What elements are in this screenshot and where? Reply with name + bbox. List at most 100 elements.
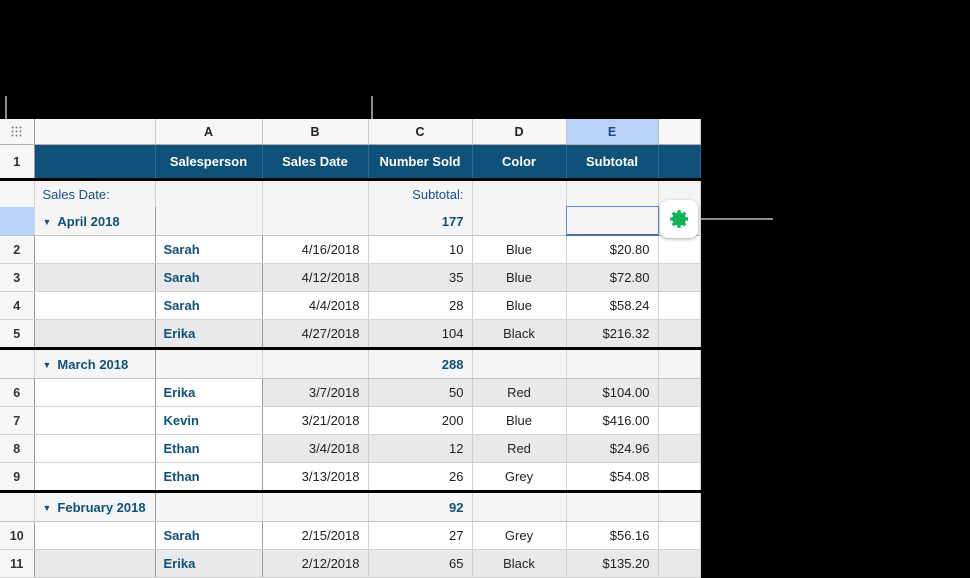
group-april-subtotal[interactable]: 177 bbox=[368, 207, 473, 236]
row-9-salesperson[interactable]: Ethan bbox=[155, 462, 263, 492]
row-9-subtotal[interactable]: $54.08 bbox=[566, 462, 659, 492]
label-row-cell-d[interactable] bbox=[472, 179, 567, 207]
row-11-salesperson[interactable]: Erika bbox=[155, 549, 263, 578]
row-3-subtotal[interactable]: $72.80 bbox=[566, 263, 659, 292]
table-row[interactable]: 8 Ethan 3/4/2018 12 Red $24.96 bbox=[0, 434, 701, 463]
row-header-3[interactable]: 3 bbox=[0, 263, 35, 292]
disclosure-triangle-icon[interactable]: ▼ bbox=[43, 503, 52, 513]
row-2-subtotal[interactable]: $20.80 bbox=[566, 235, 659, 264]
cell-options-gear-button[interactable] bbox=[660, 200, 698, 238]
row-5-subtotal[interactable]: $216.32 bbox=[566, 319, 659, 349]
row-11-date[interactable]: 2/12/2018 bbox=[262, 549, 369, 578]
group-march-subtotal[interactable]: 288 bbox=[368, 347, 473, 379]
row-header-4[interactable]: 4 bbox=[0, 291, 35, 320]
group-march-cell-d[interactable] bbox=[472, 347, 567, 379]
row-header-group-march[interactable] bbox=[0, 347, 35, 379]
group-march-cell-b[interactable] bbox=[262, 347, 369, 379]
group-name-march[interactable]: ▼ March 2018 bbox=[34, 347, 156, 379]
row-10-subtotal[interactable]: $56.16 bbox=[566, 521, 659, 550]
row-7-subtotal[interactable]: $416.00 bbox=[566, 406, 659, 435]
row-4-sold[interactable]: 28 bbox=[368, 291, 473, 320]
row-11-color[interactable]: Black bbox=[472, 549, 567, 578]
row-2-color[interactable]: Blue bbox=[472, 235, 567, 264]
row-9-color[interactable]: Grey bbox=[472, 462, 567, 492]
row-8-subtotal[interactable]: $24.96 bbox=[566, 434, 659, 463]
row-2-date[interactable]: 4/16/2018 bbox=[262, 235, 369, 264]
table-row[interactable]: 11 Erika 2/12/2018 65 Black $135.20 bbox=[0, 549, 701, 578]
group-february-cell-a[interactable] bbox=[155, 490, 263, 522]
row-8-color[interactable]: Red bbox=[472, 434, 567, 463]
row-3-blank[interactable] bbox=[34, 263, 156, 292]
column-header-trailing[interactable] bbox=[658, 119, 701, 145]
row-header-5[interactable]: 5 bbox=[0, 319, 35, 349]
header-cell-color[interactable]: Color bbox=[472, 144, 567, 181]
table-row[interactable]: 5 Erika 4/27/2018 104 Black $216.32 bbox=[0, 319, 701, 349]
table-row[interactable]: 9 Ethan 3/13/2018 26 Grey $54.08 bbox=[0, 462, 701, 492]
row-7-color[interactable]: Blue bbox=[472, 406, 567, 435]
row-3-date[interactable]: 4/12/2018 bbox=[262, 263, 369, 292]
row-header-9[interactable]: 9 bbox=[0, 462, 35, 492]
group-summary-row-february[interactable]: ▼ February 2018 92 bbox=[0, 490, 701, 522]
group-february-cell-b[interactable] bbox=[262, 490, 369, 522]
header-cell-blank[interactable] bbox=[34, 144, 156, 181]
row-8-date[interactable]: 3/4/2018 bbox=[262, 434, 369, 463]
disclosure-triangle-icon[interactable]: ▼ bbox=[43, 217, 52, 227]
row-2-sold[interactable]: 10 bbox=[368, 235, 473, 264]
column-header-c[interactable]: C bbox=[368, 119, 473, 145]
row-4-color[interactable]: Blue bbox=[472, 291, 567, 320]
row-6-blank[interactable] bbox=[34, 378, 156, 407]
row-5-salesperson[interactable]: Erika bbox=[155, 319, 263, 349]
table-row[interactable]: 2 Sarah 4/16/2018 10 Blue $20.80 bbox=[0, 235, 701, 264]
row-10-date[interactable]: 2/15/2018 bbox=[262, 521, 369, 550]
column-header-blank[interactable] bbox=[34, 119, 156, 145]
row-header-6[interactable]: 6 bbox=[0, 378, 35, 407]
row-10-sold[interactable]: 27 bbox=[368, 521, 473, 550]
row-9-blank[interactable] bbox=[34, 462, 156, 492]
group-march-cell-a[interactable] bbox=[155, 347, 263, 379]
header-cell-number-sold[interactable]: Number Sold bbox=[368, 144, 473, 181]
row-header-10[interactable]: 10 bbox=[0, 521, 35, 550]
row-8-sold[interactable]: 12 bbox=[368, 434, 473, 463]
row-9-date[interactable]: 3/13/2018 bbox=[262, 462, 369, 492]
row-header-1[interactable]: 1 bbox=[0, 144, 35, 181]
row-5-blank[interactable] bbox=[34, 319, 156, 349]
column-header-b[interactable]: B bbox=[262, 119, 369, 145]
group-february-cell-d[interactable] bbox=[472, 490, 567, 522]
spreadsheet-table[interactable]: A B C D E 1 Salesperson Sales Date Numbe… bbox=[0, 119, 701, 578]
column-header-e[interactable]: E bbox=[566, 119, 659, 145]
row-6-sold[interactable]: 50 bbox=[368, 378, 473, 407]
label-row-cell-a[interactable] bbox=[155, 179, 263, 207]
group-april-cell-b[interactable] bbox=[262, 207, 369, 236]
row-11-sold[interactable]: 65 bbox=[368, 549, 473, 578]
row-11-blank[interactable] bbox=[34, 549, 156, 578]
row-header-label[interactable] bbox=[0, 179, 35, 207]
row-10-blank[interactable] bbox=[34, 521, 156, 550]
row-header-group-april[interactable] bbox=[0, 207, 35, 236]
row-2-salesperson[interactable]: Sarah bbox=[155, 235, 263, 264]
row-5-sold[interactable]: 104 bbox=[368, 319, 473, 349]
row-8-salesperson[interactable]: Ethan bbox=[155, 434, 263, 463]
row-3-color[interactable]: Blue bbox=[472, 263, 567, 292]
group-april-cell-a[interactable] bbox=[155, 207, 263, 236]
row-3-sold[interactable]: 35 bbox=[368, 263, 473, 292]
table-row[interactable]: 10 Sarah 2/15/2018 27 Grey $56.16 bbox=[0, 521, 701, 550]
table-row[interactable]: 7 Kevin 3/21/2018 200 Blue $416.00 bbox=[0, 406, 701, 435]
row-7-date[interactable]: 3/21/2018 bbox=[262, 406, 369, 435]
row-4-blank[interactable] bbox=[34, 291, 156, 320]
table-row[interactable]: 3 Sarah 4/12/2018 35 Blue $72.80 bbox=[0, 263, 701, 292]
row-5-color[interactable]: Black bbox=[472, 319, 567, 349]
row-6-salesperson[interactable]: Erika bbox=[155, 378, 263, 407]
column-header-d[interactable]: D bbox=[472, 119, 567, 145]
row-header-group-february[interactable] bbox=[0, 490, 35, 522]
group-february-subtotal[interactable]: 92 bbox=[368, 490, 473, 522]
row-7-salesperson[interactable]: Kevin bbox=[155, 406, 263, 435]
row-10-salesperson[interactable]: Sarah bbox=[155, 521, 263, 550]
header-cell-sales-date[interactable]: Sales Date bbox=[262, 144, 369, 181]
selected-cell-e[interactable] bbox=[565, 206, 659, 236]
group-summary-row-april[interactable]: ▼ April 2018 177 bbox=[0, 206, 701, 236]
header-cell-salesperson[interactable]: Salesperson bbox=[155, 144, 263, 181]
row-6-date[interactable]: 3/7/2018 bbox=[262, 378, 369, 407]
header-cell-trailing[interactable] bbox=[658, 144, 701, 181]
group-name-february[interactable]: ▼ February 2018 bbox=[34, 490, 156, 522]
row-header-11[interactable]: 11 bbox=[0, 549, 35, 578]
